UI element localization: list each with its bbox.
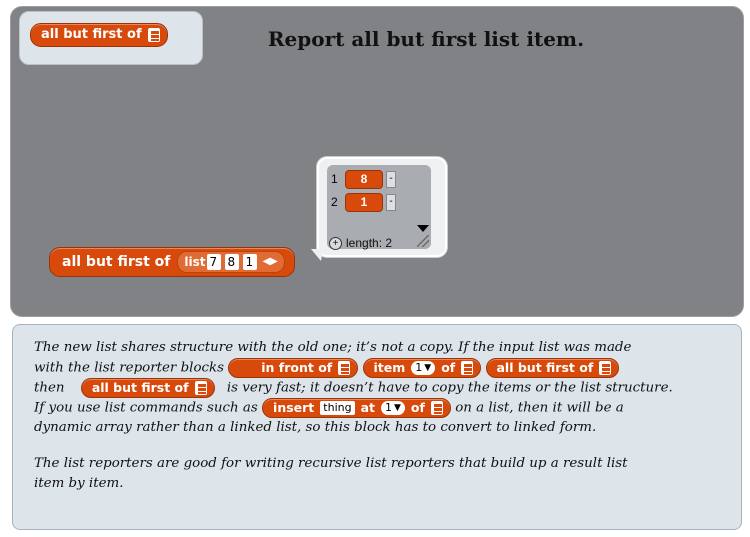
row-value-cell[interactable]: 8 — [345, 169, 383, 189]
bubble-tail — [311, 249, 323, 261]
list-row: 1 8 - — [331, 169, 396, 189]
dropdown-value: 1 — [385, 401, 392, 414]
list-label: list — [184, 255, 206, 269]
help-line: then all but first of is very fast; it d… — [34, 378, 724, 398]
at-index-dropdown[interactable]: 1 ▼ — [381, 401, 405, 415]
block-tag-card: all but first of — [19, 11, 203, 65]
block-label: item — [373, 360, 406, 375]
row-index: 1 — [331, 172, 338, 186]
block-label: insert — [273, 400, 315, 415]
value-slot[interactable]: thing — [320, 401, 355, 415]
list-icon — [338, 361, 351, 375]
list-icon — [599, 361, 612, 375]
block-label: at — [360, 400, 375, 415]
all-but-first-example-block[interactable]: all but first of list 7 8 1 ◀▶ — [49, 247, 295, 277]
list-item-slot[interactable]: 8 — [225, 254, 240, 270]
help-text: The new list shares structure with the o… — [34, 340, 632, 355]
list-row: 2 1 - — [331, 192, 396, 212]
help-line: The new list shares structure with the o… — [34, 338, 724, 358]
block-label: all but first of — [91, 380, 189, 395]
help-line: dynamic array rather than a linked list,… — [34, 418, 724, 438]
help-text: The list reporters are good for writing … — [34, 456, 628, 471]
row-value-cell[interactable]: 1 — [345, 192, 383, 212]
arrows-icon[interactable]: ◀▶ — [262, 253, 277, 271]
page-title: Report all but first list item. — [267, 27, 585, 51]
block-label: of — [410, 400, 425, 415]
help-line: The list reporters are good for writing … — [34, 454, 724, 474]
dropdown-value: 1 — [415, 361, 423, 374]
row-index: 2 — [331, 195, 338, 209]
help-line: item by item. — [34, 474, 724, 494]
block-label: all but first of — [496, 360, 594, 375]
list-item-slot[interactable]: 1 — [243, 254, 258, 270]
help-text: dynamic array rather than a linked list,… — [34, 420, 597, 435]
list-icon — [430, 401, 443, 415]
help-text: with the list reporter blocks — [34, 360, 224, 376]
help-text: item by item. — [34, 476, 124, 491]
remove-item-button[interactable]: - — [386, 170, 396, 188]
insert-at-of-block[interactable]: insert thing at 1 ▼ of — [262, 398, 451, 418]
block-label: all but first of — [62, 254, 171, 270]
help-line: If you use list commands such as insert … — [34, 398, 724, 418]
script-stage: all but first of Report all but first li… — [10, 6, 744, 317]
in-front-of-block[interactable]: in front of — [228, 358, 359, 378]
help-text: If you use list commands such as — [34, 400, 258, 416]
dropdown-arrow-icon: ▼ — [394, 403, 401, 413]
resize-handle-icon[interactable] — [417, 235, 429, 247]
item-index-dropdown[interactable]: 1 ▼ — [411, 361, 436, 375]
list-icon — [461, 361, 474, 375]
all-but-first-block[interactable]: all but first of — [485, 358, 620, 378]
list-block[interactable]: list 7 8 1 ◀▶ — [177, 251, 285, 273]
remove-item-button[interactable]: - — [386, 193, 396, 211]
list-icon — [147, 28, 160, 42]
length-label: length: 2 — [346, 236, 393, 250]
add-item-icon[interactable]: + — [329, 236, 342, 250]
all-but-first-tag-block[interactable]: all but first of — [30, 23, 168, 47]
list-watcher: 1 8 - 2 1 - + length: 2 — [327, 165, 431, 250]
help-text: is very fast; it doesn’t have to copy th… — [226, 380, 673, 396]
list-icon — [194, 381, 207, 395]
block-label: all but first of — [41, 27, 142, 42]
dropdown-arrow-icon: ▼ — [424, 363, 432, 373]
item-of-block[interactable]: item 1 ▼ of — [362, 358, 482, 378]
list-item-slot[interactable]: 7 — [207, 254, 222, 270]
help-text: then — [34, 380, 65, 396]
all-but-first-block[interactable]: all but first of — [80, 378, 215, 398]
length-row: + length: 2 — [329, 236, 392, 250]
scroll-down-icon[interactable] — [417, 225, 429, 232]
result-bubble: 1 8 - 2 1 - + length: 2 — [317, 157, 447, 257]
help-line: with the list reporter blocks in front o… — [34, 358, 724, 378]
help-text: on a list, then it will be a — [455, 400, 624, 416]
block-label: of — [441, 360, 456, 375]
help-text-panel: The new list shares structure with the o… — [12, 324, 742, 530]
block-label: in front of — [261, 360, 333, 375]
